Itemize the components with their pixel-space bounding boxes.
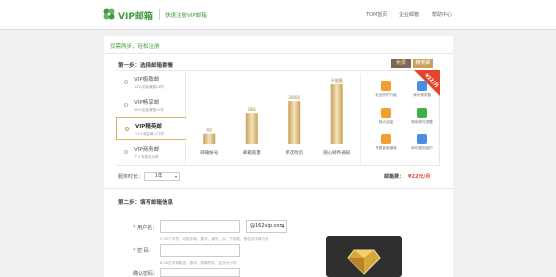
nav-help-center[interactable]: 帮助中心 [432, 11, 452, 18]
service-icon [381, 134, 391, 144]
chart-bar [245, 113, 258, 144]
chart-category-label: 邮箱容量 [243, 149, 261, 156]
plan-desc: 56%流量满赠10项 [134, 108, 164, 112]
feature-label: 安全防护升级 [375, 93, 397, 97]
chart-bar [288, 101, 301, 144]
plan-comparison-chart: 6G 邮箱帐号 18G 邮箱容量 200项单次附页 不限量随心邮件通知 [200, 77, 350, 156]
selected-plan-badge: 精英邮 [413, 59, 433, 68]
feature-item: 海外服务器 [404, 81, 440, 98]
plan-radio-selected[interactable] [125, 127, 129, 131]
feature-item: 超大容量 [368, 108, 404, 125]
feature-item: 专属客服通道 [368, 134, 404, 151]
feature-label: 超大容量 [378, 120, 394, 124]
plan-item-ultimate[interactable]: VIP极致邮 12%流量满赠14项 [116, 71, 186, 94]
plan-radio[interactable] [124, 150, 128, 154]
globe-icon [417, 81, 427, 91]
password-input[interactable] [160, 244, 240, 257]
chart-bar [330, 84, 343, 144]
chart-category-label: 随心邮件通知 [323, 149, 350, 156]
plan-radio[interactable] [124, 80, 128, 84]
logo-text[interactable]: VIP邮箱 [118, 9, 153, 22]
top-bar: VIP邮箱 快速注册VIP邮箱 TOM首页 企业邮箱 帮助中心 [0, 0, 556, 30]
step2-title: 第二步：填写邮箱信息 [118, 200, 174, 206]
plan-name: VIP商务邮 [134, 147, 160, 153]
chevron-down-icon: ▾ [281, 224, 284, 229]
plan-name: VIP畅享邮 [134, 100, 160, 106]
chart-category-label: 邮箱帐号 [200, 149, 218, 156]
price-label: 邮箱费： [384, 174, 405, 180]
storage-icon [381, 108, 391, 118]
wechat-icon [417, 108, 427, 118]
divider [104, 53, 453, 54]
chart-data-label: 不限量 [331, 77, 343, 83]
chart-data-label: 18G [248, 107, 256, 112]
step1-title: 第一步：选择邮箱套餐 [118, 63, 174, 69]
username-input[interactable] [160, 220, 240, 233]
plan-desc: 21%流量满入门项 [135, 132, 164, 136]
vip-promo-panel [326, 236, 402, 277]
plan-item-enjoy[interactable]: VIP畅享邮 56%流量满赠10项 [116, 94, 186, 117]
divider [104, 188, 453, 189]
plan-radio[interactable] [124, 103, 128, 107]
confirm-password-label: 确认密码： [133, 271, 159, 277]
plan-item-elite[interactable]: VIP精英邮 21%流量满入门项 [116, 117, 186, 140]
slogan: 快速注册VIP邮箱 [165, 13, 207, 19]
password-label: * 密 码： [133, 248, 154, 254]
chart-bar [203, 133, 216, 144]
chart-data-label: 200项 [288, 94, 300, 100]
recall-icon [417, 134, 427, 144]
logo-separator [159, 9, 160, 20]
feature-item: 安全防护升级 [368, 81, 404, 98]
domain-value: @162vip.com [250, 223, 285, 229]
clover-logo-icon[interactable] [102, 7, 116, 21]
feature-label: 邮件撤回保护 [411, 146, 433, 150]
free-badge: 免费 [391, 59, 411, 68]
plan-desc: 个人专属安全邮 [134, 155, 159, 159]
feature-label: 微信邮件提醒 [411, 120, 433, 124]
username-hint: 5-20个字符，可用字母、数字、减号、点、下划线，首位为字母开头 [160, 237, 269, 241]
chart-category-label: 单次附页 [285, 149, 303, 156]
nav-enterprise-mail[interactable]: 企业邮箱 [399, 11, 419, 18]
feature-item: 邮件撤回保护 [404, 134, 440, 151]
feature-item: 微信邮件提醒 [404, 108, 440, 125]
gold-diamond-icon [347, 249, 381, 275]
shield-icon [381, 81, 391, 91]
nav-tom-home[interactable]: TOM首页 [366, 11, 387, 18]
chart-data-label: 6G [206, 128, 212, 133]
confirm-password-input[interactable] [160, 268, 240, 277]
plan-name: VIP精英邮 [135, 124, 162, 130]
domain-select[interactable]: @162vip.com ▾ [246, 220, 287, 233]
duration-value: 1年 [155, 174, 163, 179]
price-value: ¥22元/月 [408, 174, 431, 180]
duration-select[interactable]: 1年 ▾ [144, 172, 180, 181]
plan-name: VIP极致邮 [134, 77, 160, 83]
feature-label: 海外服务器 [413, 93, 431, 97]
plan-item-business[interactable]: VIP商务邮 个人专属安全邮 [116, 141, 186, 164]
tagline: 仅需两步，轻松注册 [110, 44, 160, 50]
password-hint: 6-16位字母组合，数字、特殊符号，区分大小写 [160, 261, 237, 265]
chevron-down-icon: ▾ [174, 174, 177, 179]
plan-desc: 12%流量满赠14项 [134, 85, 164, 89]
duration-label: 服务时长： [118, 174, 144, 180]
feature-label: 专属客服通道 [375, 146, 397, 150]
username-label: * 用户名： [133, 225, 158, 231]
